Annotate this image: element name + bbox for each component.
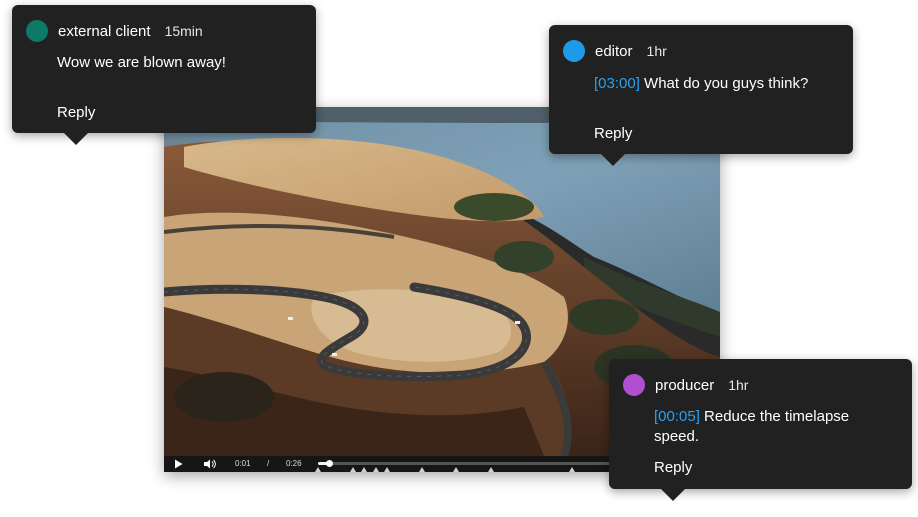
comment-marker[interactable]	[488, 467, 495, 472]
comment-bubble-external-client: external client 15min Wow we are blown a…	[12, 5, 316, 145]
comment-marker[interactable]	[568, 467, 575, 472]
comment-text: Wow we are blown away!	[57, 54, 226, 71]
progress-handle[interactable]	[326, 460, 333, 467]
comment-timestamp-link[interactable]: [03:00]	[594, 75, 640, 92]
comment-marker[interactable]	[315, 467, 321, 472]
comment-marker[interactable]	[349, 467, 356, 472]
comment-header: editor 1hr	[563, 40, 667, 62]
comment-marker[interactable]	[384, 467, 391, 472]
comment-text: What do you guys think?	[639, 75, 809, 92]
comment-marker[interactable]	[372, 467, 379, 472]
comment-marker[interactable]	[453, 467, 460, 472]
progress-bar[interactable]	[318, 460, 618, 467]
play-button[interactable]	[172, 458, 184, 470]
duration: 0:26	[286, 459, 302, 468]
comment-time: 1hr	[728, 377, 749, 393]
comment-message: Wow we are blown away!	[57, 53, 307, 73]
avatar	[623, 374, 645, 396]
comment-author: producer	[655, 376, 715, 394]
comment-marker[interactable]	[361, 467, 368, 472]
reply-button[interactable]: Reply	[57, 104, 95, 121]
play-icon	[174, 459, 182, 469]
comment-author: external client	[58, 22, 151, 40]
comment-author: editor	[595, 42, 633, 60]
comment-time: 15min	[164, 23, 203, 39]
comment-message: [00:05] Reduce the timelapse speed.	[654, 407, 884, 447]
comment-bubble-producer: producer 1hr [00:05] Reduce the timelaps…	[609, 359, 912, 501]
comment-bubble-editor: editor 1hr [03:00] What do you guys thin…	[549, 25, 853, 166]
current-time: 0:01	[235, 459, 251, 468]
avatar	[563, 40, 585, 62]
comment-time: 1hr	[646, 43, 667, 59]
stage: 0:01 / 0:26 external client 15min Wow we…	[0, 0, 918, 517]
avatar	[26, 20, 48, 42]
comment-header: producer 1hr	[623, 374, 748, 396]
comment-timestamp-link[interactable]: [00:05]	[654, 408, 700, 425]
comment-header: external client 15min	[26, 20, 203, 42]
reply-button[interactable]: Reply	[654, 459, 692, 476]
volume-icon	[204, 459, 216, 469]
reply-button[interactable]: Reply	[594, 125, 632, 142]
time-separator: /	[267, 459, 270, 468]
volume-button[interactable]	[204, 458, 216, 470]
comment-marker[interactable]	[418, 467, 425, 472]
comment-message: [03:00] What do you guys think?	[594, 74, 844, 94]
